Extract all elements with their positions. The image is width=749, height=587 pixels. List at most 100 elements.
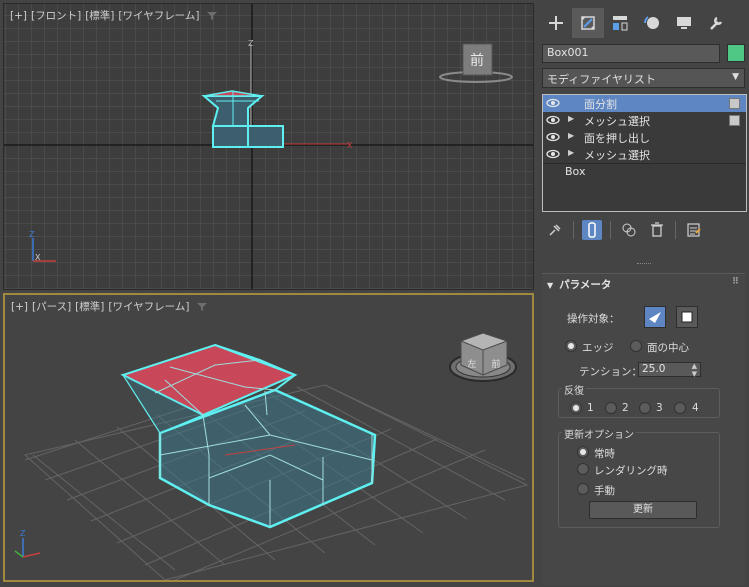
object-color-swatch[interactable] [727, 44, 745, 62]
utilities-tab[interactable] [700, 8, 732, 38]
viewport-view-menu[interactable]: [パース] [32, 301, 71, 313]
stack-item-label: メッシュ選択 [584, 149, 650, 162]
display-tab[interactable] [668, 8, 700, 38]
front-viewport[interactable]: [+] [フロント] [標準] [ワイヤフレーム] X Z 前 Z X [3, 3, 534, 290]
panel-resize-grip[interactable] [637, 263, 651, 266]
viewport-mode-menu[interactable]: [ワイヤフレーム] [118, 10, 199, 22]
stack-base-object[interactable]: Box [543, 164, 746, 181]
operate-on-edge-button[interactable] [644, 306, 666, 328]
display-icon [677, 17, 691, 29]
update-always-radio[interactable] [577, 446, 589, 458]
face-center-label: 面の中心 [647, 342, 689, 354]
tension-spinner[interactable]: 25.0 ▲ ▼ [638, 362, 701, 378]
viewport-mode-menu[interactable]: [ワイヤフレーム] [108, 301, 189, 313]
configure-sets-button[interactable] [684, 220, 704, 240]
viewport-plus-menu[interactable]: [+] [10, 10, 27, 22]
toolbar-divider [573, 221, 574, 239]
stack-item[interactable]: ▶ メッシュ選択 [543, 112, 746, 129]
svg-text:Z: Z [248, 39, 254, 48]
stack-item-label: 面を押し出し [584, 132, 650, 145]
drag-handle-icon: ⠿ [731, 277, 739, 287]
viewport-shading-menu[interactable]: [標準] [85, 10, 114, 22]
end-result-icon [588, 222, 596, 238]
iteration-label-3: 3 [656, 402, 663, 414]
update-manual-label: 手動 [594, 485, 615, 497]
toolbar-divider [675, 221, 676, 239]
front-viewport-label[interactable]: [+] [フロント] [標準] [ワイヤフレーム] [10, 8, 217, 23]
stack-item[interactable]: 面分割 [543, 95, 746, 112]
configure-icon [687, 223, 701, 237]
modifier-list-dropdown[interactable]: モディファイヤリスト ▼ [542, 68, 745, 88]
iteration-radio-4[interactable] [674, 402, 686, 414]
stack-item[interactable]: ▶ メッシュ選択 [543, 146, 746, 163]
perspective-viewport[interactable]: [+] [パース] [標準] [ワイヤフレーム] 左 前 Z [3, 293, 534, 582]
operate-on-face-button[interactable] [676, 306, 698, 328]
iteration-label-2: 2 [622, 402, 629, 414]
view-cube-front-label: 前 [470, 52, 484, 69]
modify-icon [581, 16, 595, 30]
pin-icon [549, 224, 561, 236]
expand-triangle-icon[interactable]: ▶ [568, 131, 574, 140]
stack-item-label: Box [565, 165, 586, 178]
iteration-radio-2[interactable] [605, 402, 617, 414]
update-always-label: 常時 [594, 448, 615, 460]
show-end-result-button[interactable] [582, 220, 602, 240]
svg-text:Z: Z [20, 529, 26, 538]
tension-label: テンション： [579, 366, 642, 378]
eye-icon[interactable] [546, 132, 560, 142]
motion-icon [644, 16, 659, 29]
dropdown-arrow-icon: ▼ [732, 72, 739, 82]
face-center-radio[interactable] [630, 340, 642, 352]
eye-icon[interactable] [546, 149, 560, 159]
cursor-triangle-icon [649, 312, 661, 323]
stack-item-label: メッシュ選択 [584, 115, 650, 128]
view-cube-front-label: 前 [491, 358, 500, 370]
svg-text:X: X [347, 141, 353, 150]
expand-triangle-icon[interactable]: ▶ [568, 148, 574, 157]
viewport-shading-menu[interactable]: [標準] [75, 301, 104, 313]
update-manual-radio[interactable] [577, 483, 589, 495]
filter-icon[interactable] [196, 302, 207, 312]
create-tab[interactable] [540, 8, 572, 38]
update-render-radio[interactable] [577, 463, 589, 475]
update-options-title: 更新オプション [562, 426, 636, 441]
motion-tab[interactable] [636, 8, 668, 38]
iteration-label-1: 1 [587, 402, 594, 414]
update-button[interactable]: 更新 [589, 501, 697, 519]
viewport-plus-menu[interactable]: [+] [11, 301, 28, 313]
expand-triangle-icon[interactable]: ▶ [568, 114, 574, 123]
rollout-header[interactable]: ▼ パラメータ ⠿ [542, 274, 745, 292]
iteration-radio-1[interactable] [570, 402, 582, 414]
stack-item-checkbox[interactable] [729, 115, 740, 126]
tension-value: 25.0 [642, 363, 666, 375]
persp-viewport-label[interactable]: [+] [パース] [標準] [ワイヤフレーム] [11, 299, 207, 314]
modifier-list-label: モディファイヤリスト [547, 73, 656, 86]
edge-radio[interactable] [565, 340, 577, 352]
filter-icon[interactable] [206, 11, 217, 21]
remove-modifier-button[interactable] [647, 220, 667, 240]
eye-icon[interactable] [546, 98, 560, 108]
pin-stack-button[interactable] [545, 220, 565, 240]
make-unique-icon [622, 223, 636, 237]
utilities-icon [710, 16, 723, 30]
modify-tab[interactable] [572, 8, 604, 38]
perspective-scene: 左 前 Z [5, 295, 532, 580]
viewport-view-menu[interactable]: [フロント] [31, 10, 81, 22]
svg-text:X: X [35, 253, 41, 262]
stack-toolbar [545, 219, 745, 241]
toolbar-divider [610, 221, 611, 239]
hierarchy-tab[interactable] [604, 8, 636, 38]
hierarchy-icon [613, 16, 628, 31]
panel-tabs [540, 8, 744, 38]
stack-item[interactable]: ▶ 面を押し出し [543, 129, 746, 146]
modifier-stack: 面分割 ▶ メッシュ選択 ▶ 面を押し出し ▶ メッシュ選択 Box [542, 94, 747, 212]
iterations-title: 反復 [562, 382, 586, 397]
iteration-radio-3[interactable] [639, 402, 651, 414]
object-name-field[interactable]: Box001 [542, 44, 720, 63]
make-unique-button[interactable] [619, 220, 639, 240]
collapse-triangle-icon: ▼ [547, 281, 554, 290]
eye-icon[interactable] [546, 115, 560, 125]
spinner-arrows-icon[interactable]: ▲ ▼ [692, 362, 697, 378]
rollout-title: パラメータ [559, 279, 612, 291]
stack-item-checkbox[interactable] [729, 98, 740, 109]
